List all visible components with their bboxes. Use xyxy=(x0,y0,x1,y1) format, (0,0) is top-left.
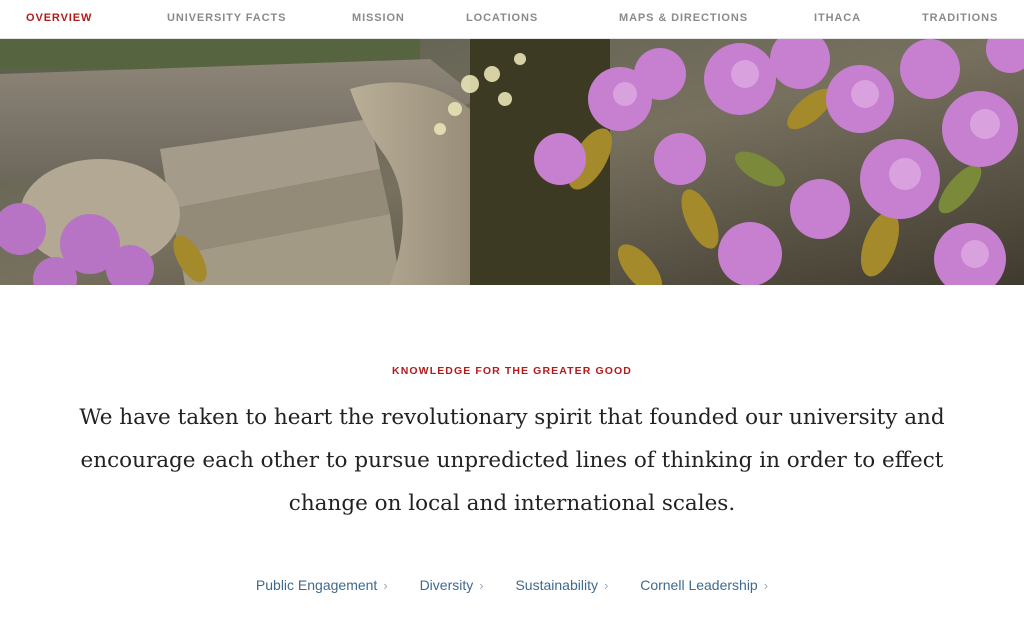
link-public-engagement[interactable]: Public Engagement › xyxy=(256,577,388,593)
lead-paragraph: We have taken to heart the revolutionary… xyxy=(62,396,962,525)
nav-overview[interactable]: OVERVIEW xyxy=(26,12,92,24)
link-label: Public Engagement xyxy=(255,577,378,593)
chevron-right-icon: › xyxy=(383,578,388,593)
hero-photo xyxy=(0,39,1024,285)
link-diversity[interactable]: Diversity › xyxy=(420,577,484,593)
lead-line-1: We have taken to heart the revolutionary… xyxy=(79,405,945,430)
chevron-right-icon: › xyxy=(763,578,769,593)
link-label: Diversity xyxy=(419,577,474,593)
link-cornell-leadership[interactable]: Cornell Leadership › xyxy=(640,577,768,593)
link-label: Cornell Leadership xyxy=(640,577,758,593)
link-sustainability[interactable]: Sustainability › xyxy=(515,577,608,593)
nav-ithaca[interactable]: ITHACA xyxy=(814,12,861,24)
section-eyebrow: KNOWLEDGE FOR THE GREATER GOOD xyxy=(392,365,632,377)
related-links: Public Engagement › Diversity › Sustainabi… xyxy=(0,577,1024,593)
nav-university-facts[interactable]: UNIVERSITY FACTS xyxy=(167,12,286,24)
lead-line-3: change on local and international scales… xyxy=(288,491,736,516)
lead-line-2: encourage each other to pursue unpredict… xyxy=(80,448,944,473)
top-navigation: OVERVIEW UNIVERSITY FACTS MISSION LOCATI… xyxy=(0,0,1024,39)
nav-locations[interactable]: LOCATIONS xyxy=(466,12,538,24)
nav-mission[interactable]: MISSION xyxy=(352,12,405,24)
nav-traditions[interactable]: TRADITIONS xyxy=(922,12,998,24)
chevron-right-icon: › xyxy=(479,578,484,593)
hero-image xyxy=(0,39,1024,285)
chevron-right-icon: › xyxy=(603,578,609,593)
nav-maps-directions[interactable]: MAPS & DIRECTIONS xyxy=(619,12,748,24)
link-label: Sustainability xyxy=(515,577,598,593)
